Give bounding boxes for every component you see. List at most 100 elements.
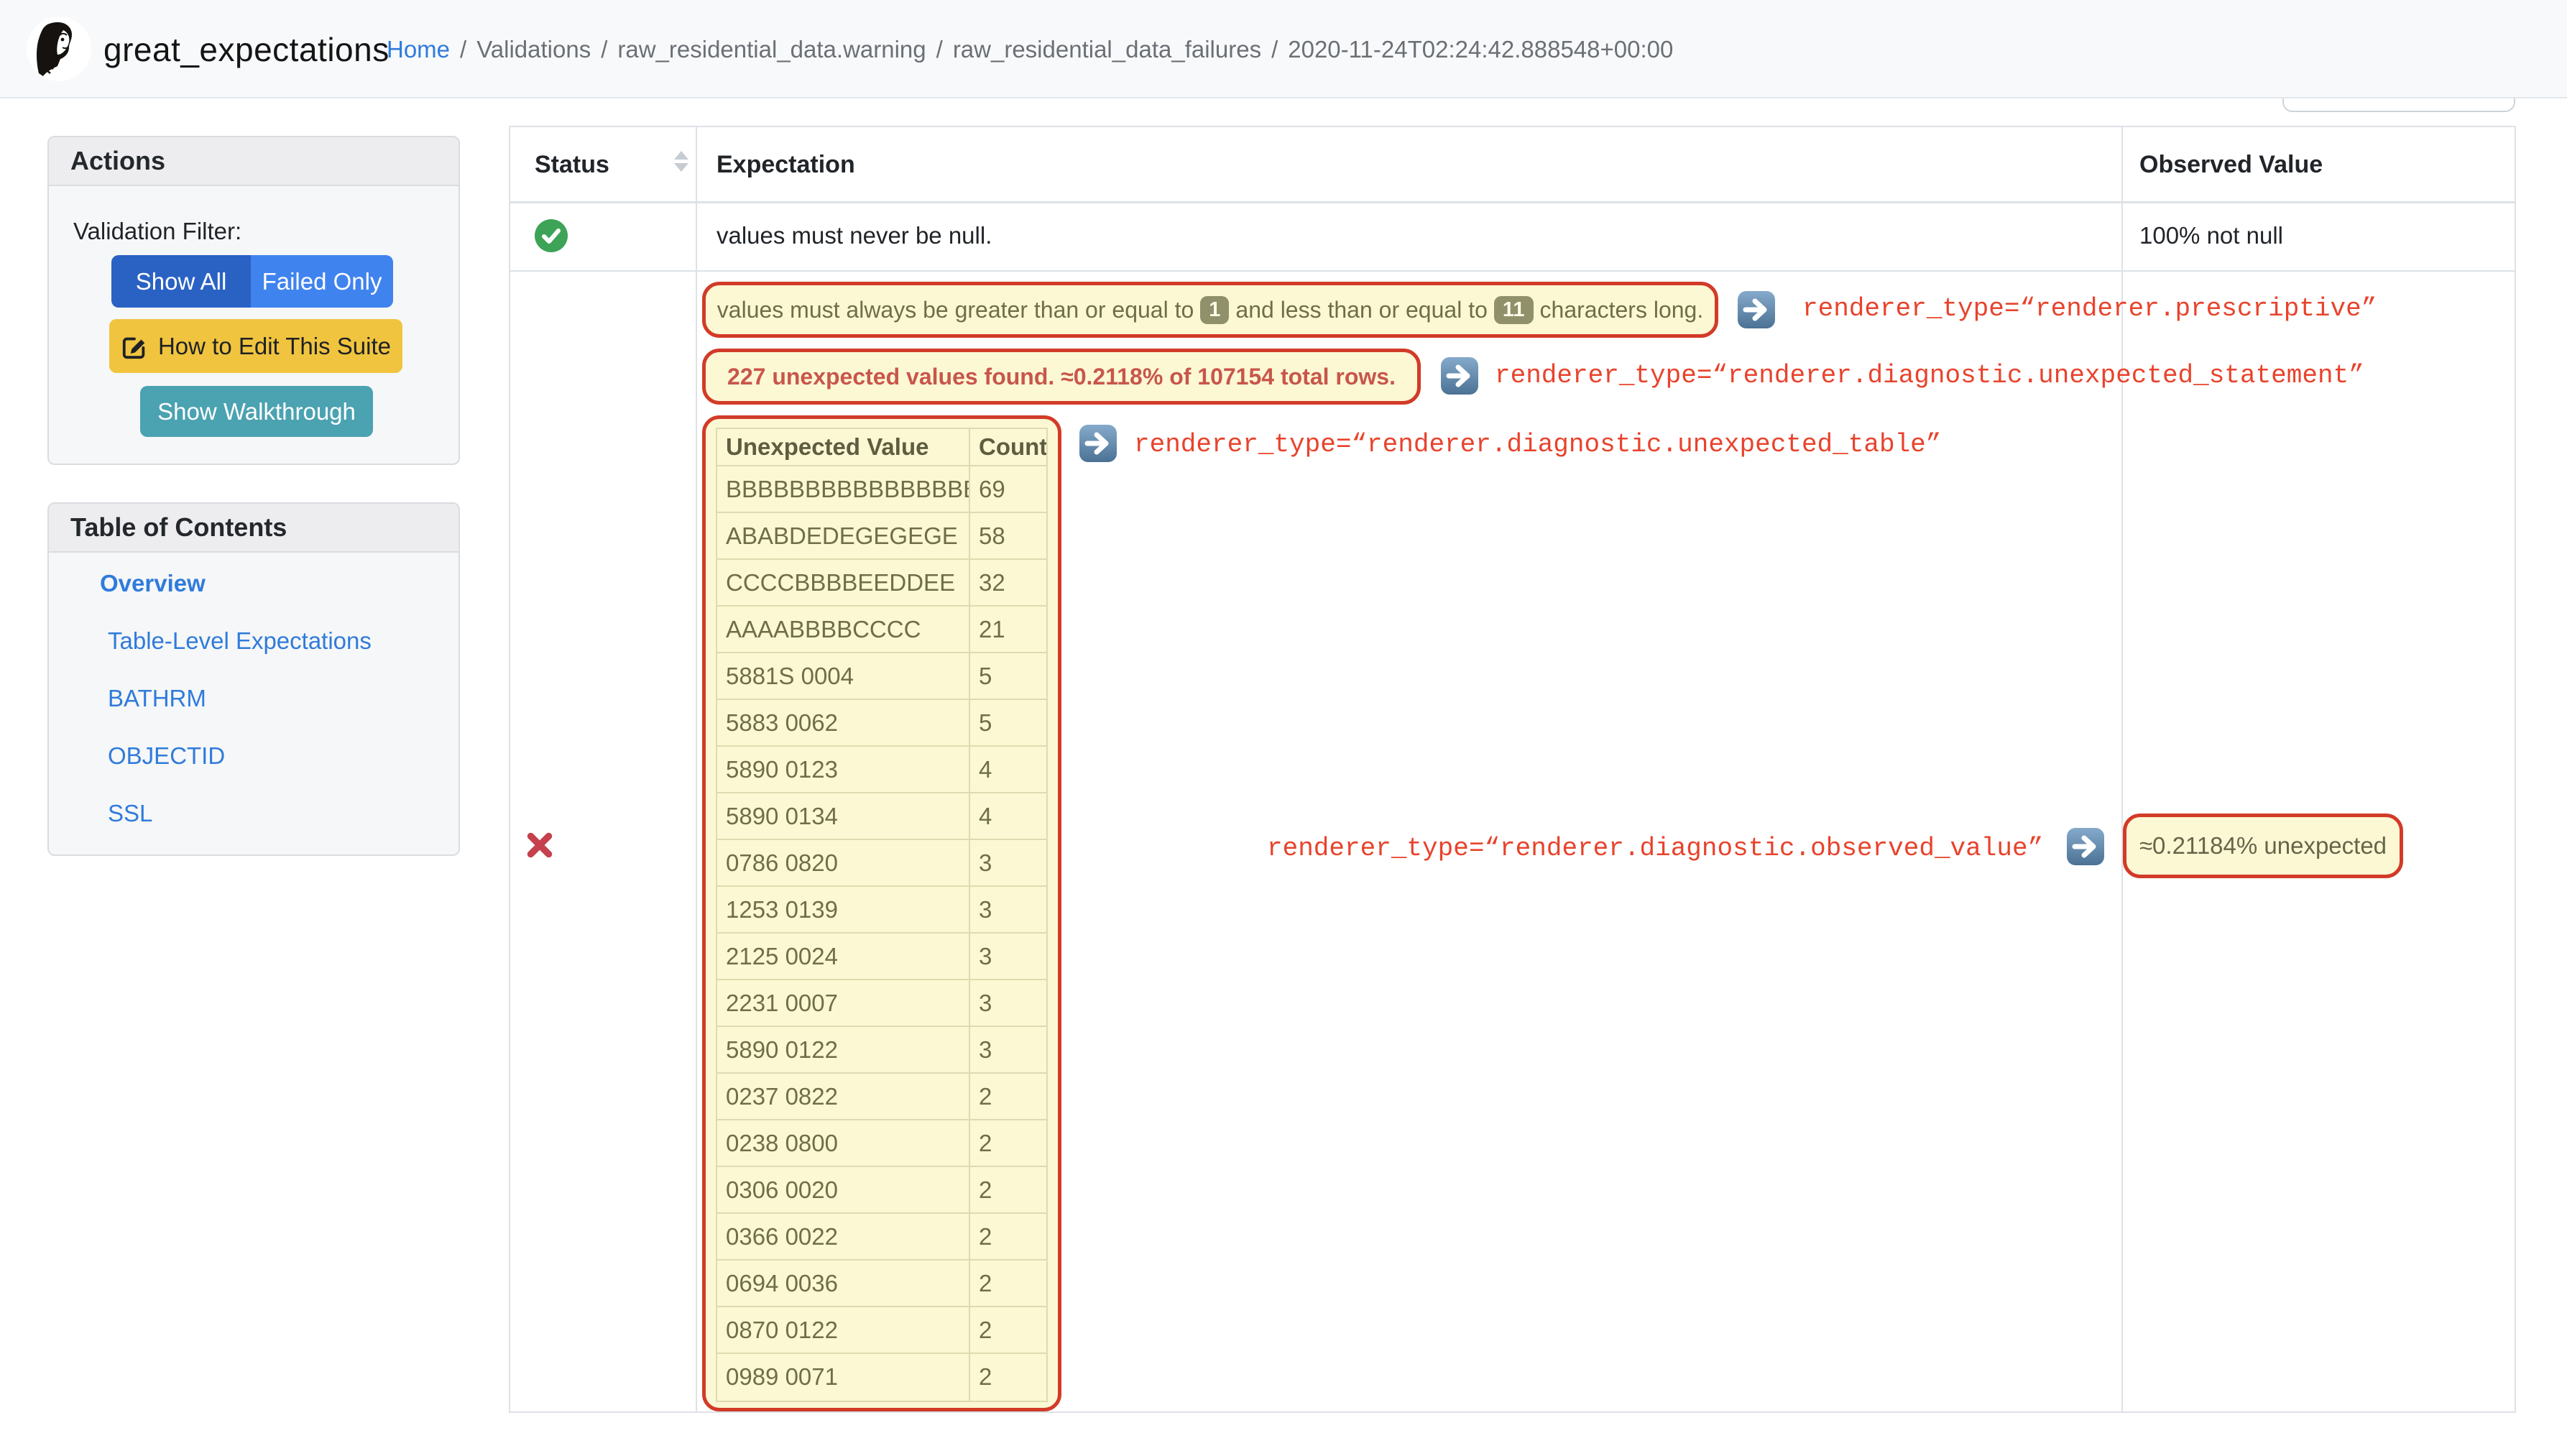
unexpected-value-cell: 0238 0800 — [717, 1120, 970, 1166]
unexpected-value-cell: 0989 0071 — [717, 1354, 970, 1401]
unexpected-value-cell: 5890 0122 — [717, 1027, 970, 1072]
row-divider — [510, 270, 2515, 272]
unexpected-table-row: 5890 0134 4 — [717, 793, 1046, 840]
unexpected-value-cell: 5890 0134 — [717, 793, 970, 839]
unexpected-table-row: 5881S 0004 5 — [717, 653, 1046, 700]
unexpected-value-column-header: Unexpected Value — [717, 429, 970, 465]
count-cell: 2 — [979, 1270, 992, 1296]
header-row-divider — [510, 201, 2515, 203]
brand-title: great_expectations — [103, 31, 390, 68]
unexpected-table-row: 0366 0022 2 — [717, 1214, 1046, 1261]
unexpected-table-row: 0306 0020 2 — [717, 1167, 1046, 1214]
count-cell: 69 — [979, 476, 1005, 502]
count-cell: 5 — [979, 709, 992, 736]
sidebar-item-bathrm[interactable]: BATHRM — [108, 685, 206, 712]
unexpected-value-cell: AAAABBBBCCCC — [717, 607, 970, 652]
observed-value-text: 100% not null — [2139, 222, 2283, 249]
unexpected-value-cell: ABABDEDEGEGEGE — [717, 513, 970, 558]
count-cell: 58 — [979, 522, 1005, 549]
unexpected-table-row: CCCCBBBBEEDDEE 32 — [717, 560, 1046, 607]
unexpected-value-cell: 0366 0022 — [717, 1214, 970, 1259]
count-cell: 32 — [979, 569, 1005, 596]
unexpected-table-header: Unexpected Value Count — [717, 429, 1046, 466]
fail-x-icon — [527, 832, 553, 858]
unexpected-table-row: 0237 0822 2 — [717, 1074, 1046, 1120]
edit-suite-label: How to Edit This Suite — [157, 332, 392, 359]
toc-panel-title: Table of Contents — [49, 504, 458, 553]
unexpected-value-cell: 5883 0062 — [717, 700, 970, 745]
validation-results-table: Status Expectation Observed Value values… — [509, 126, 2516, 1413]
actions-panel-title: Actions — [49, 137, 458, 186]
walkthrough-button[interactable]: Show Walkthrough — [140, 386, 373, 437]
breadcrumb-item: 2020-11-24T02:24:42.888548+00:00 — [1288, 36, 1674, 63]
breadcrumb-item: raw_residential_data.warning — [617, 36, 926, 63]
breadcrumb-item: Validations — [476, 36, 591, 63]
right-arrow-icon — [1441, 357, 1478, 395]
unexpected-statement-box: 227 unexpected values found. ≈0.2118% of… — [702, 349, 1421, 405]
unexpected-value-cell: 0694 0036 — [717, 1261, 970, 1306]
breadcrumb: Home / Validations / raw_residential_data.wa… — [387, 36, 1673, 63]
actions-panel: Actions Validation Filter: Show All Fail… — [47, 136, 460, 465]
column-header-status[interactable]: Status — [535, 151, 609, 179]
unexpected-value-cell: 2125 0024 — [717, 934, 970, 979]
breadcrumb-separator: / — [460, 36, 467, 63]
count-column-header: Count — [979, 433, 1046, 460]
validation-filter-group: Show All Failed Only — [111, 255, 393, 308]
column-header-expectation: Expectation — [716, 151, 855, 178]
breadcrumb-home-link[interactable]: Home — [387, 36, 450, 63]
unexpected-value-cell: 5890 0123 — [717, 747, 970, 792]
unexpected-values-box: Unexpected Value Count BBBBBBBBBBBBBBBBB… — [702, 415, 1061, 1411]
breadcrumb-item: raw_residential_data_failures — [952, 36, 1262, 63]
count-cell: 3 — [979, 896, 992, 923]
great-expectations-logo-icon — [27, 17, 91, 81]
count-cell: 3 — [979, 943, 992, 969]
unexpected-value-cell: CCCCBBBBEEDDEE — [717, 560, 970, 605]
unexpected-table-row: BBBBBBBBBBBBBBBBBB 69 — [717, 466, 1046, 513]
unexpected-table-row: 0694 0036 2 — [717, 1261, 1046, 1307]
count-cell: 2 — [979, 1317, 992, 1343]
edit-suite-button[interactable]: How to Edit This Suite — [109, 319, 402, 373]
breadcrumb-items: / Validations / raw_residential_data.warnin… — [450, 36, 1673, 63]
count-cell: 4 — [979, 803, 992, 829]
unexpected-value-cell: 0306 0020 — [717, 1167, 970, 1212]
validation-filter-label: Validation Filter: — [73, 218, 242, 244]
renderer-type-prescriptive: renderer_type=“renderer.prescriptive” — [1802, 294, 2377, 323]
sidebar-item-objectid[interactable]: OBJECTID — [108, 742, 225, 770]
sidebar-item-overview[interactable]: Overview — [100, 570, 206, 597]
unexpected-table-row: 5890 0122 3 — [717, 1027, 1046, 1074]
unexpected-table-row: 0989 0071 2 — [717, 1354, 1046, 1401]
failed-only-button[interactable]: Failed Only — [251, 255, 393, 308]
unexpected-value-cell: 5881S 0004 — [717, 653, 970, 699]
max-value-badge: 11 — [1493, 295, 1534, 324]
unexpected-values-table: Unexpected Value Count BBBBBBBBBBBBBBBBB… — [716, 428, 1048, 1402]
unexpected-table-row: 2125 0024 3 — [717, 934, 1046, 980]
prescriptive-annotation-box: values must always be greater than or eq… — [702, 282, 1718, 338]
sidebar-item-table-level-expectations[interactable]: Table-Level Expectations — [108, 627, 372, 655]
success-check-icon — [535, 219, 568, 252]
breadcrumb-separator: / — [601, 36, 608, 63]
show-all-button[interactable]: Show All — [111, 255, 252, 308]
count-cell: 2 — [979, 1223, 992, 1250]
sidebar-item-ssl[interactable]: SSL — [108, 800, 152, 827]
toc-panel: Table of Contents Overview Table-Level Ex… — [47, 502, 460, 856]
status-column-divider — [696, 127, 697, 1411]
count-cell: 21 — [979, 616, 1005, 642]
unexpected-value-cell: 0786 0820 — [717, 840, 970, 885]
prescriptive-text: and less than or equal to — [1235, 296, 1488, 323]
count-cell: 3 — [979, 1036, 992, 1063]
unexpected-value-cell: 2231 0007 — [717, 980, 970, 1026]
count-cell: 2 — [979, 1130, 992, 1156]
right-arrow-icon — [1738, 291, 1775, 328]
breadcrumb-separator: / — [936, 36, 943, 63]
unexpected-table-rows: BBBBBBBBBBBBBBBBBB 69 ABABDEDEGEGEGE 58 CCCC… — [717, 466, 1046, 1401]
expectation-text: values must never be null. — [716, 222, 992, 249]
unexpected-value-cell: BBBBBBBBBBBBBBBBBB — [717, 466, 970, 512]
unexpected-table-row: 5890 0123 4 — [717, 747, 1046, 793]
column-header-observed: Observed Value — [2139, 151, 2323, 178]
sort-icon[interactable] — [674, 151, 688, 172]
breadcrumb-separator: / — [1271, 36, 1278, 63]
count-cell: 3 — [979, 849, 992, 876]
unexpected-table-row: 0786 0820 3 — [717, 840, 1046, 887]
unexpected-value-cell: 0870 0122 — [717, 1307, 970, 1353]
app-header: great_expectations Home / Validations / raw_… — [0, 0, 2567, 98]
